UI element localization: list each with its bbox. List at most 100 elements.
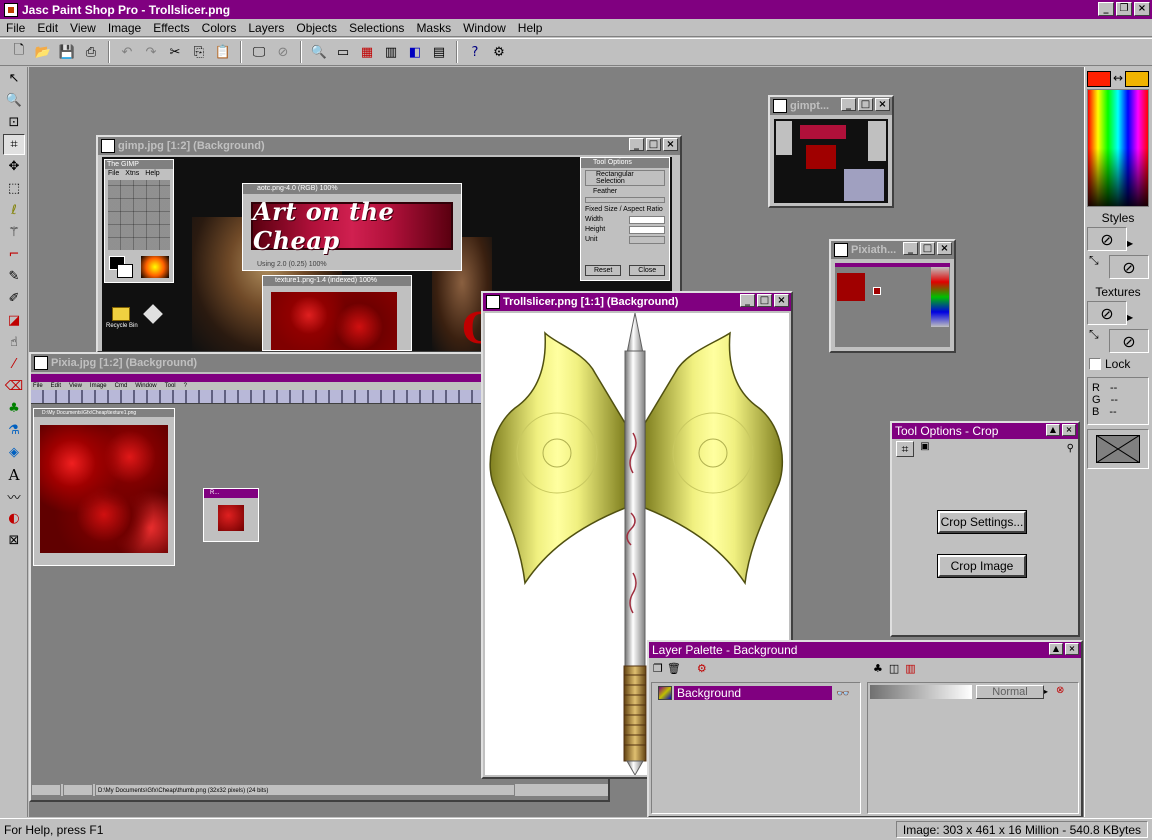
- menu-masks[interactable]: Masks: [410, 21, 457, 35]
- zoom-tool-icon[interactable]: 🔍: [3, 90, 25, 111]
- gimp-thumb-canvas[interactable]: [774, 119, 888, 203]
- new-layer-icon[interactable]: ❐: [653, 662, 663, 675]
- menu-help[interactable]: Help: [512, 21, 549, 35]
- gimp-menu-file[interactable]: File: [108, 170, 119, 177]
- app-icon[interactable]: [4, 2, 18, 17]
- paint-brush-icon[interactable]: ✎: [3, 266, 25, 287]
- gimp-bg-color[interactable]: [117, 264, 133, 278]
- gimp-menu-help[interactable]: Help: [145, 170, 159, 177]
- object-selector-icon[interactable]: ⊠: [3, 530, 25, 551]
- gimp-close-button[interactable]: ×: [663, 138, 678, 151]
- clone-brush-icon[interactable]: ✐: [3, 288, 25, 309]
- full-screen-preview-icon[interactable]: 🖵: [248, 41, 270, 63]
- crop-tool-icon[interactable]: ⌗: [3, 134, 25, 155]
- crop-tab-icon[interactable]: ⌗: [896, 441, 914, 457]
- tool-options-close-button[interactable]: ×: [1062, 424, 1076, 436]
- blend-mode-select[interactable]: Normal: [976, 685, 1044, 699]
- arrow-tool-icon[interactable]: ↖: [3, 68, 25, 89]
- color-spectrum[interactable]: [1087, 89, 1149, 207]
- menu-effects[interactable]: Effects: [147, 21, 195, 35]
- layer-palette-title-bar[interactable]: Layer Palette - Background ▲ ×: [649, 642, 1081, 658]
- gimp-gradient-swatch[interactable]: [141, 256, 169, 278]
- layer-visibility-icon[interactable]: 👓: [836, 687, 850, 700]
- layer-lock-icon[interactable]: ⊗: [1056, 685, 1074, 699]
- color-palette-icon[interactable]: ▦: [356, 41, 378, 63]
- eraser-tool-icon[interactable]: ⌫: [3, 376, 25, 397]
- new-file-icon[interactable]: 🗋: [8, 41, 30, 63]
- gimp-menu-xtns[interactable]: Xtns: [125, 170, 139, 177]
- pixia-thumb-window[interactable]: Pixiath... _ □ ×: [829, 239, 956, 353]
- picture-tube-icon[interactable]: ♣: [3, 398, 25, 419]
- delete-layer-icon[interactable]: 🗑: [667, 662, 681, 675]
- crop-settings-button[interactable]: Crop Settings...: [937, 510, 1027, 534]
- draw-tool-icon[interactable]: 〰: [3, 486, 25, 507]
- print-icon[interactable]: ⎙: [80, 41, 102, 63]
- blend-mode-arrow-icon[interactable]: ▸: [1044, 685, 1054, 699]
- app-restore-button[interactable]: ❐: [1116, 2, 1132, 16]
- stroke-texture-swatch[interactable]: ⊘: [1087, 301, 1127, 325]
- tool-options-icon[interactable]: ▤: [428, 41, 450, 63]
- width-field[interactable]: [629, 216, 665, 224]
- gimp-thumb-title-bar[interactable]: gimpt... _ □ ×: [770, 97, 892, 115]
- trollslicer-maximize-button[interactable]: □: [757, 294, 772, 307]
- pixia-thumb-title-bar[interactable]: Pixiath... _ □ ×: [831, 241, 954, 259]
- layer-mask-tab-icon[interactable]: ◫: [889, 662, 899, 675]
- copy-icon[interactable]: ⎘: [188, 41, 210, 63]
- context-help-icon[interactable]: ?: [464, 41, 486, 63]
- trollslicer-title-bar[interactable]: Trollslicer.png [1:1] (Background) _ □ ×: [483, 293, 791, 311]
- pixia-menu-edit[interactable]: Edit: [51, 382, 61, 390]
- tool-options-rollup-button[interactable]: ▲: [1046, 424, 1060, 436]
- pixia-menu-cmd[interactable]: Cmd: [115, 382, 128, 390]
- pixia-menu-image[interactable]: Image: [90, 382, 107, 390]
- background-color-swatch[interactable]: [1125, 71, 1149, 87]
- pixia-menu-help[interactable]: ?: [184, 382, 187, 390]
- gimp-maximize-button[interactable]: □: [646, 138, 661, 151]
- menu-file[interactable]: File: [0, 21, 31, 35]
- gimp-tool-options-fixed[interactable]: Fixed Size / Aspect Ratio: [585, 206, 665, 213]
- trollslicer-minimize-button[interactable]: _: [740, 294, 755, 307]
- preset-shapes-icon[interactable]: ◐: [3, 508, 25, 529]
- pixia-menu-view[interactable]: View: [69, 382, 82, 390]
- pixia-thumb-maximize-button[interactable]: □: [920, 242, 935, 255]
- layer-opacity-slider[interactable]: [870, 685, 972, 699]
- layer-properties-icon[interactable]: ⚙: [697, 662, 707, 675]
- save-icon[interactable]: 💾: [56, 41, 78, 63]
- magic-wand-icon[interactable]: ⚚: [3, 222, 25, 243]
- height-field[interactable]: [629, 226, 665, 234]
- flood-fill-icon[interactable]: ◈: [3, 442, 25, 463]
- overview-window-icon[interactable]: ▭: [332, 41, 354, 63]
- mover-tool-icon[interactable]: ✥: [3, 156, 25, 177]
- app-close-button[interactable]: ×: [1134, 2, 1150, 16]
- stroke-texture-arrow-icon[interactable]: ▶: [1127, 313, 1133, 322]
- pixia-thumb-canvas[interactable]: [835, 263, 950, 347]
- freehand-selection-icon[interactable]: ℓ: [3, 200, 25, 221]
- swap-textures-icon[interactable]: ⤡: [1089, 327, 1099, 342]
- layer-row-background[interactable]: Background 👓: [658, 685, 862, 701]
- menu-view[interactable]: View: [64, 21, 102, 35]
- menu-edit[interactable]: Edit: [31, 21, 64, 35]
- tool-options-search-icon[interactable]: ⚲: [1067, 443, 1074, 454]
- gimp-thumb-minimize-button[interactable]: _: [841, 98, 856, 111]
- pixia-menu-tool[interactable]: Tool: [165, 382, 176, 390]
- airbrush-icon[interactable]: ⚗: [3, 420, 25, 441]
- menu-colors[interactable]: Colors: [196, 21, 243, 35]
- undo-icon[interactable]: ↶: [116, 41, 138, 63]
- fill-texture-swatch[interactable]: ⊘: [1109, 329, 1149, 353]
- no-icon[interactable]: ⊘: [272, 41, 294, 63]
- cut-icon[interactable]: ✂: [164, 41, 186, 63]
- gimp-reset-button[interactable]: Reset: [585, 265, 622, 276]
- open-folder-icon[interactable]: 📂: [32, 41, 54, 63]
- zoom-view-icon[interactable]: 🔍: [308, 41, 330, 63]
- app-minimize-button[interactable]: _: [1098, 2, 1114, 16]
- layer-palette-rollup-button[interactable]: ▲: [1049, 643, 1063, 655]
- swap-styles-icon[interactable]: ⤡: [1089, 253, 1099, 268]
- layer-name[interactable]: Background: [674, 686, 832, 700]
- gimp-thumb-window[interactable]: gimpt... _ □ ×: [768, 95, 894, 208]
- deformation-tool-icon[interactable]: ⊡: [3, 112, 25, 133]
- histogram-icon[interactable]: ▥: [380, 41, 402, 63]
- pixia-menu-window[interactable]: Window: [135, 382, 156, 390]
- layer-channels-tab-icon[interactable]: ▥: [905, 662, 915, 675]
- layer-palette-icon[interactable]: ◧: [404, 41, 426, 63]
- color-replacer-icon[interactable]: ◪: [3, 310, 25, 331]
- lock-checkbox[interactable]: [1089, 358, 1101, 370]
